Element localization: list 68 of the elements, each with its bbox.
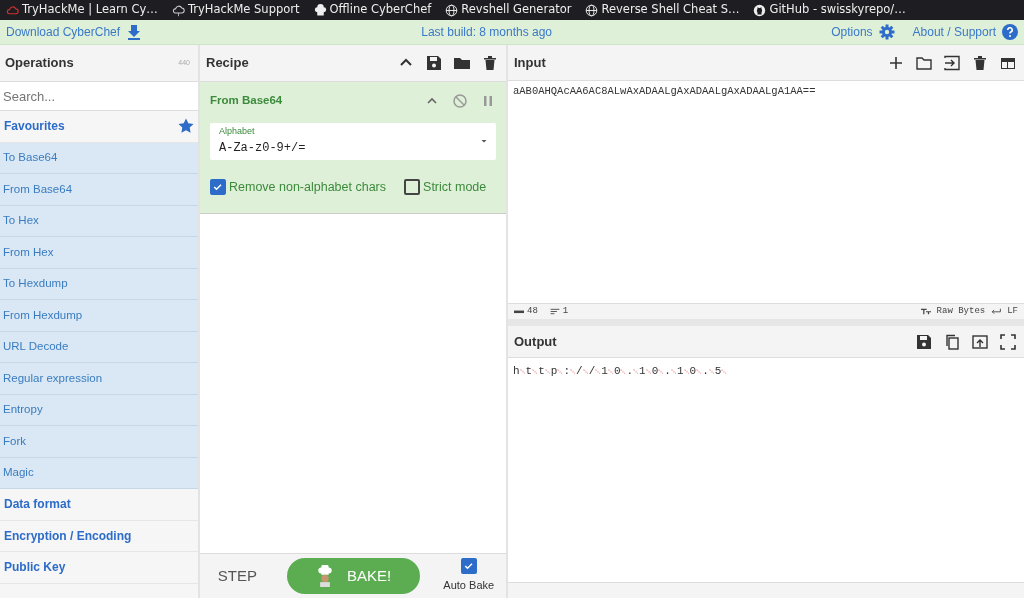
operation-item[interactable]: Fork (0, 426, 198, 458)
operation-item[interactable]: From Base64 (0, 174, 198, 206)
panel-title: Input (514, 54, 546, 72)
step-button[interactable]: STEP (211, 563, 263, 589)
line-count: 1 (562, 304, 569, 318)
globe-icon[interactable] (585, 3, 599, 17)
bookmark-link[interactable]: TryHackMe | Learn Cy… (22, 1, 158, 19)
bookmark-link[interactable]: Offline CyberChef (329, 1, 432, 19)
bake-button[interactable]: BAKE! (286, 558, 420, 594)
import-icon[interactable] (944, 54, 960, 71)
star-icon[interactable] (178, 118, 194, 135)
copy-icon[interactable] (944, 333, 960, 350)
operation-item[interactable]: Magic (0, 457, 198, 489)
settings-icon[interactable] (878, 24, 895, 40)
search-field[interactable]: Search... (0, 82, 198, 111)
bookmark-link[interactable]: Reverse Shell Cheat S… (601, 1, 740, 19)
panel-title: Output (514, 332, 557, 351)
category-label[interactable]: Encryption / Encoding (4, 526, 132, 545)
download-link[interactable]: Download CyberChef (6, 23, 121, 41)
checkbox-label: Strict mode (423, 178, 487, 196)
plus-icon[interactable] (888, 54, 904, 71)
operation-item[interactable]: URL Decode (0, 331, 198, 363)
save-icon[interactable] (916, 333, 932, 350)
bookmark-link[interactable]: GitHub - swisskyrepo/… (769, 1, 906, 19)
category-label[interactable]: Public Key (4, 558, 66, 577)
text-size-icon[interactable] (920, 307, 931, 317)
folder-icon[interactable] (916, 54, 932, 71)
fullscreen-icon[interactable] (1000, 333, 1016, 350)
checkbox[interactable] (460, 558, 477, 575)
operation-item[interactable]: From Hexdump (0, 300, 198, 332)
cloud-icon[interactable] (171, 3, 185, 17)
panel-title: Operations (5, 54, 74, 73)
panel-title: Recipe (206, 54, 249, 73)
about-link[interactable]: About / Support (912, 23, 996, 41)
category-label[interactable]: Data format (4, 495, 71, 514)
operation-item[interactable]: Regular expression (0, 363, 198, 395)
lines-icon (549, 307, 560, 317)
alphabet-dropdown[interactable]: Alphabet A-Za-z0-9+/= (210, 123, 496, 160)
operation-item[interactable]: To Hexdump (0, 268, 198, 300)
checkbox-label: Remove non-alphabet chars (229, 178, 387, 196)
globe-icon[interactable] (445, 3, 459, 17)
replace-input-icon[interactable] (972, 333, 988, 350)
chef-hat-icon[interactable] (313, 3, 327, 17)
delete-icon[interactable] (972, 54, 988, 71)
operation-item[interactable]: Entropy (0, 394, 198, 426)
operation-item[interactable]: To Hex (0, 205, 198, 237)
eol-label[interactable]: LF (1007, 304, 1018, 319)
save-icon[interactable] (426, 55, 442, 71)
bookmark-link[interactable]: TryHackMe Support (187, 1, 300, 19)
bookmark-link[interactable]: Revshell Generator (461, 1, 572, 19)
github-icon[interactable] (753, 3, 767, 17)
checkbox[interactable] (210, 179, 226, 196)
step-title: From Base64 (210, 93, 283, 108)
return-icon[interactable] (991, 307, 1002, 317)
length-count: 48 (527, 304, 538, 318)
category-label[interactable]: Favourites (4, 117, 65, 136)
options-link[interactable]: Options (831, 23, 873, 41)
help-icon[interactable] (1002, 24, 1018, 40)
checkbox[interactable] (404, 179, 421, 196)
operation-item[interactable]: To Base64 (0, 142, 198, 174)
build-info: Last build: 8 months ago (421, 24, 553, 41)
download-icon[interactable] (126, 24, 143, 40)
checkbox-label: Auto Bake (443, 578, 495, 594)
folder-icon[interactable] (454, 55, 470, 71)
caret-icon (480, 137, 488, 145)
operation-item[interactable]: From Hex (0, 237, 198, 269)
encoding-label[interactable]: Raw Bytes (936, 304, 986, 319)
delete-icon[interactable] (482, 55, 498, 71)
